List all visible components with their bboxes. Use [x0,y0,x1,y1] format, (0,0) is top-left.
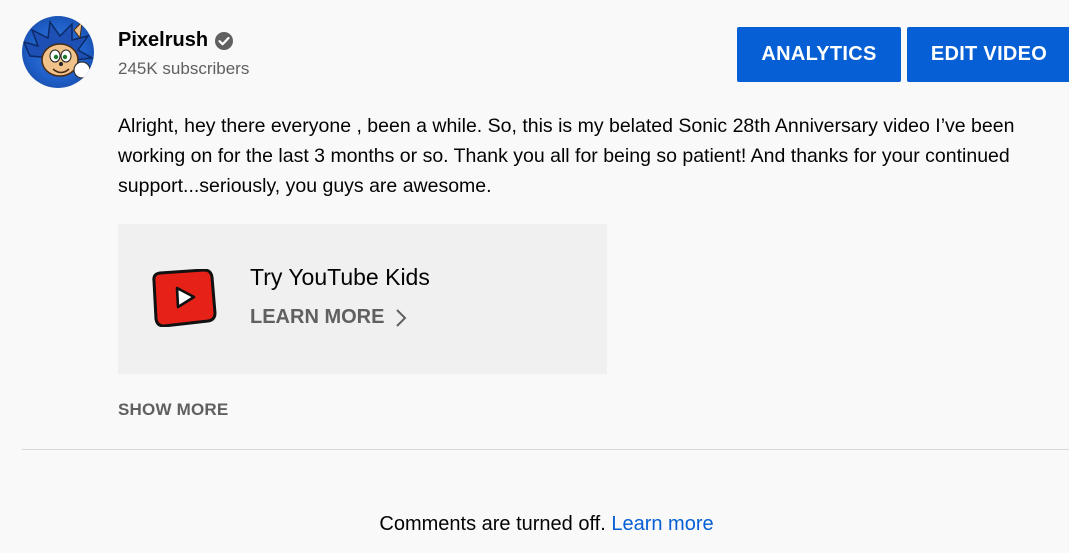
promo-title: Try YouTube Kids [250,264,430,290]
subscriber-count: 245K subscribers [118,59,250,78]
comments-off-text: Comments are turned off. [379,513,606,535]
sonic-avatar-icon [22,20,94,79]
edit-video-button[interactable]: EDIT VIDEO [907,27,1069,82]
analytics-button[interactable]: ANALYTICS [737,27,901,82]
learn-more-label: LEARN MORE [250,306,385,328]
chevron-right-icon [394,308,408,328]
channel-name-row: Pixelrush [118,29,234,52]
youtube-kids-promo-card[interactable]: Try YouTube Kids LEARN MORE [118,224,607,374]
verified-checkmark-icon [214,31,234,51]
section-divider [22,449,1069,450]
learn-more-link[interactable]: LEARN MORE [250,306,408,329]
video-secondary-info: Pixelrush 245K subscribers ANALYTICS EDI… [0,0,1069,553]
youtube-kids-logo-icon [148,268,218,332]
show-more-button[interactable]: SHOW MORE [118,400,228,420]
comments-learn-more-link[interactable]: Learn more [611,513,713,535]
comments-disabled-message: Comments are turned off. Learn more [0,513,1069,536]
channel-name[interactable]: Pixelrush [118,29,208,52]
channel-avatar[interactable] [22,16,94,88]
video-description: Alright, hey there everyone , been a whi… [118,115,1015,197]
